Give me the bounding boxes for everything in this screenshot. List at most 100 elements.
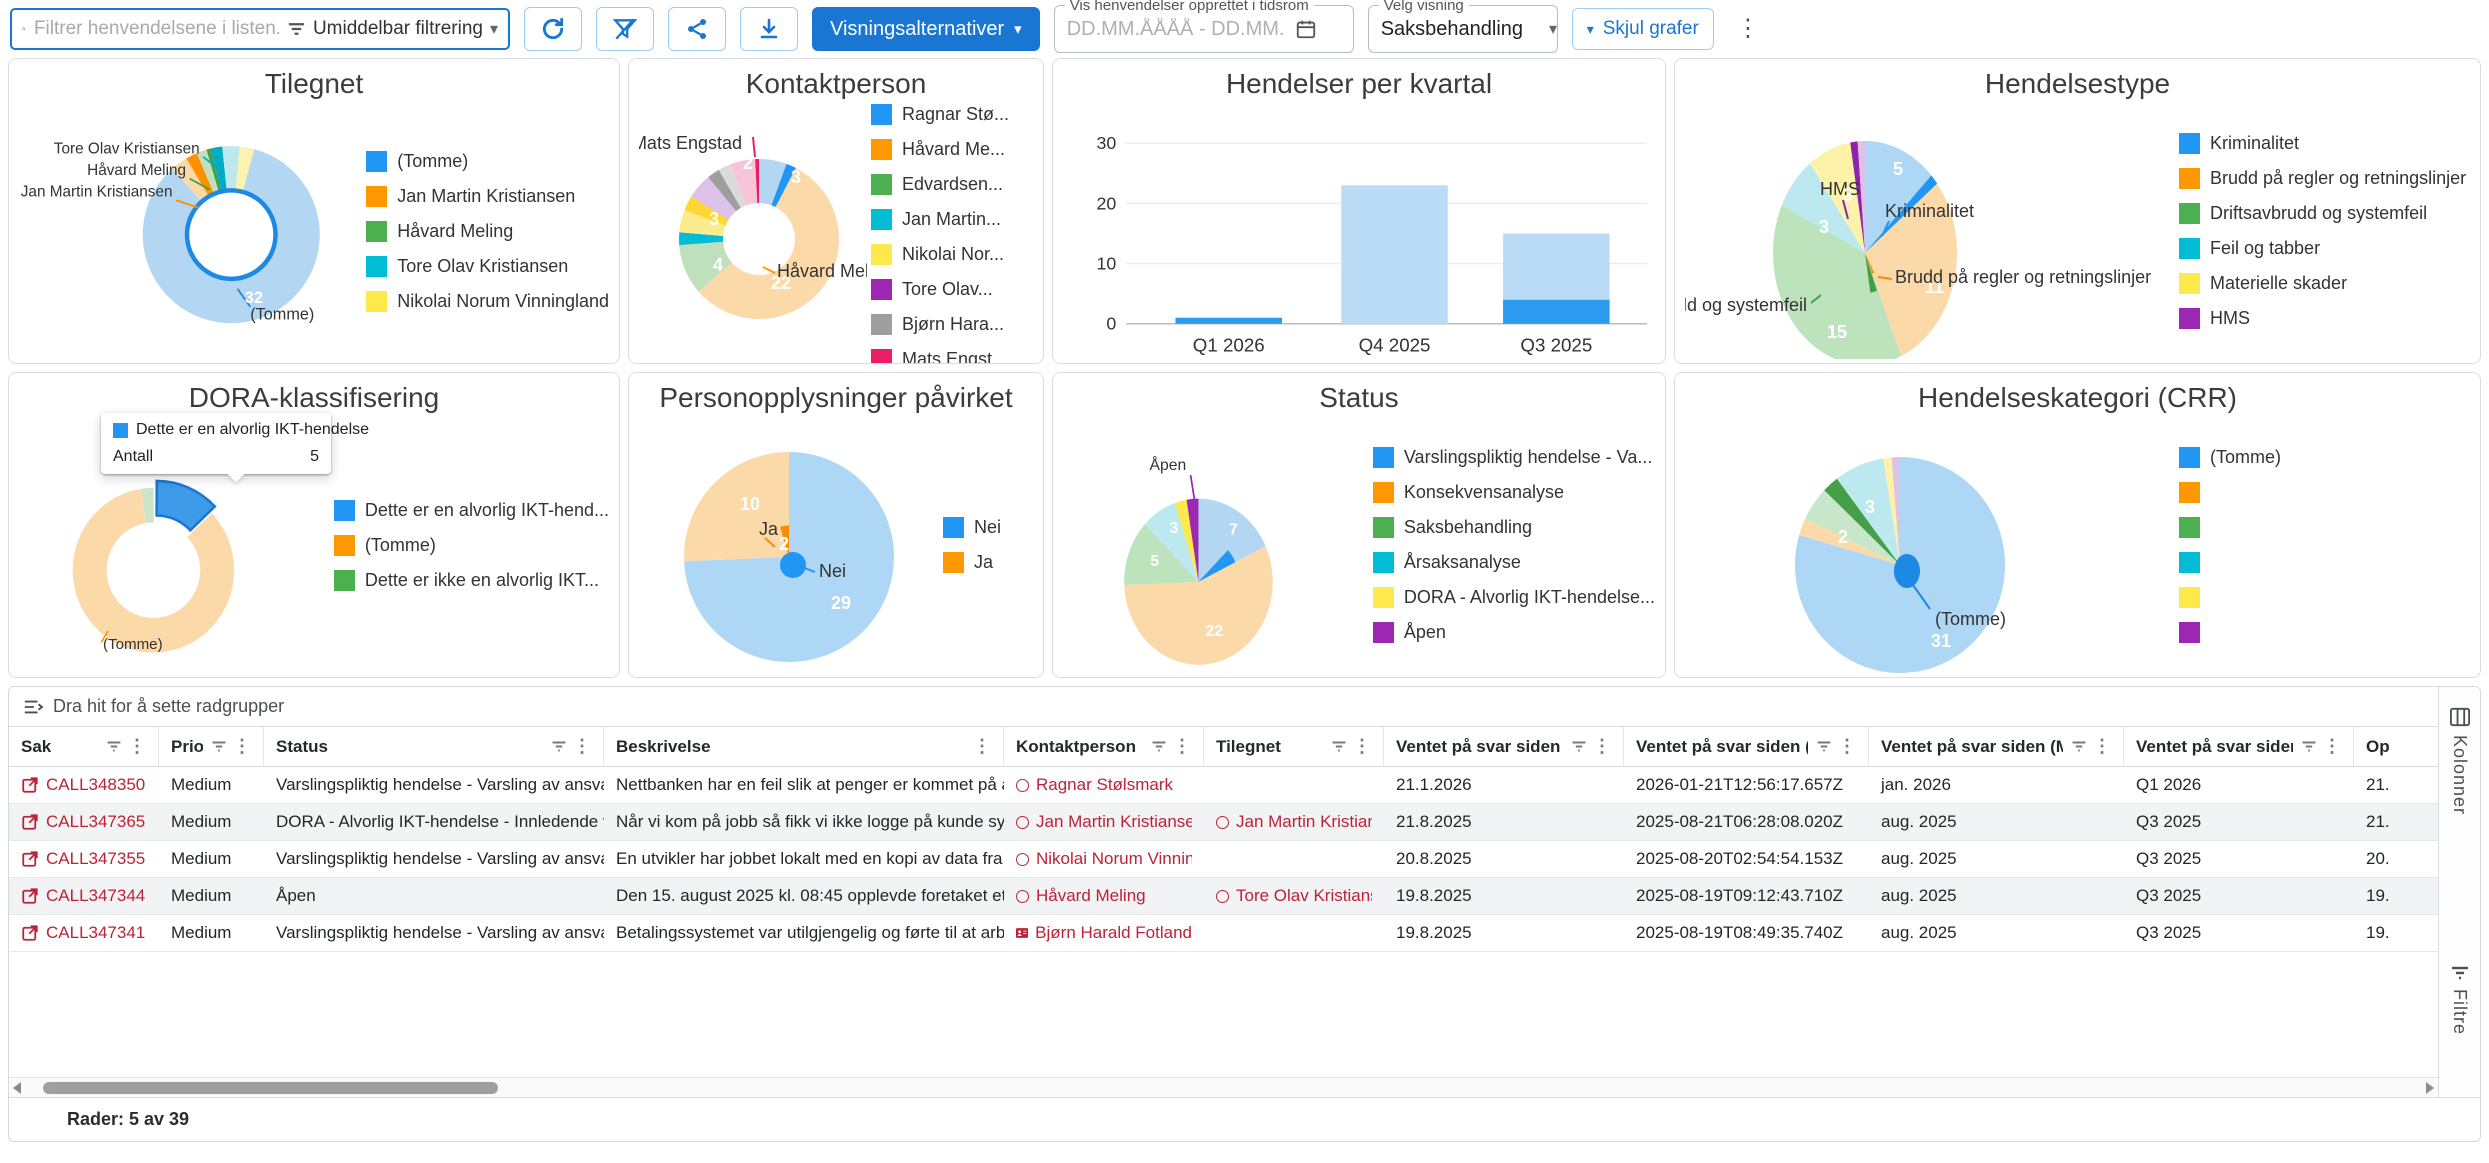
clear-filters-button[interactable]	[596, 7, 654, 51]
legend-item[interactable]	[2179, 517, 2470, 539]
person-link[interactable]: Håvard Meling	[1016, 886, 1146, 906]
chart-canvas[interactable]: HMS5Kriminalitet331511Brudd på regler og…	[1685, 103, 2175, 359]
person-link[interactable]: Ragnar Stølsmark	[1016, 775, 1173, 795]
filter-lines-icon[interactable]	[551, 740, 567, 753]
bar[interactable]	[1503, 233, 1610, 299]
open-case-icon[interactable]	[21, 850, 39, 868]
column-menu-icon[interactable]: ⋮	[128, 736, 146, 757]
legend-item[interactable]: Nikolai Norum Vinningland	[366, 290, 609, 312]
search-input-group[interactable]: Umiddelbar filtrering ▾	[10, 8, 510, 50]
legend-item[interactable]: Åpen	[1373, 622, 1655, 644]
scrollbar-track[interactable]	[25, 1081, 2422, 1095]
legend-item[interactable]: Ragnar Stø...	[871, 103, 1033, 125]
table-row[interactable]: CALL348350MediumVarslingspliktig hendels…	[9, 767, 2438, 804]
case-link[interactable]: CALL347341	[21, 923, 145, 943]
legend-item[interactable]: Ja	[943, 552, 1033, 574]
legend-item[interactable]	[2179, 552, 2470, 574]
side-tab-filtre[interactable]: Filtre	[2449, 965, 2470, 1035]
view-select[interactable]: Saksbehandling ▾	[1381, 18, 1557, 41]
share-button[interactable]	[668, 7, 726, 51]
legend-item[interactable]: Jan Martin Kristiansen	[366, 185, 609, 207]
scrollbar-thumb[interactable]	[43, 1082, 498, 1094]
column-menu-icon[interactable]: ⋮	[973, 736, 991, 757]
filter-lines-icon[interactable]	[211, 740, 227, 753]
column-menu-icon[interactable]: ⋮	[1173, 736, 1191, 757]
case-link[interactable]: CALL347365	[21, 812, 145, 832]
legend-item[interactable]: Bjørn Hara...	[871, 313, 1033, 335]
legend-item[interactable]: Konsekvensanalyse	[1373, 482, 1655, 504]
legend-item[interactable]: Saksbehandling	[1373, 517, 1655, 539]
case-link[interactable]: CALL347344	[21, 886, 145, 906]
legend-item[interactable]: Brudd på regler og retningslinjer	[2179, 168, 2470, 190]
column-header[interactable]: Ventet på svar siden (Måned)⋮	[1869, 727, 2124, 766]
scroll-left-arrow[interactable]	[13, 1082, 21, 1094]
filter-mode-dropdown[interactable]: Umiddelbar filtrering ▾	[287, 18, 498, 40]
search-input[interactable]	[34, 18, 279, 40]
open-case-icon[interactable]	[21, 776, 39, 794]
bar[interactable]	[1341, 185, 1448, 323]
legend-item[interactable]: Varslingspliktig hendelse - Va...	[1373, 447, 1655, 469]
person-link[interactable]: Jan Martin Kristiansen	[1216, 812, 1372, 832]
legend-item[interactable]: Driftsavbrudd og systemfeil	[2179, 203, 2470, 225]
legend-item[interactable]: Dette er en alvorlig IKT-hend...	[334, 499, 609, 521]
column-header[interactable]: Op	[2354, 727, 2438, 766]
filter-lines-icon[interactable]	[1816, 740, 1832, 753]
bar[interactable]	[1175, 318, 1282, 324]
view-options-button[interactable]: Visningsalternativer ▾	[812, 7, 1040, 51]
legend-item[interactable]	[2179, 482, 2470, 504]
legend-item[interactable]: DORA - Alvorlig IKT-hendelse...	[1373, 587, 1655, 609]
scroll-right-arrow[interactable]	[2426, 1082, 2434, 1094]
chart-canvas[interactable]: Tore Olav KristiansenHåvard MelingJan Ma…	[19, 103, 362, 359]
column-header[interactable]: Ventet på svar siden (Dato)⋮	[1384, 727, 1624, 766]
table-row[interactable]: CALL347355MediumVarslingspliktig hendels…	[9, 841, 2438, 878]
filter-lines-icon[interactable]	[1331, 740, 1347, 753]
table-row[interactable]: CALL347341MediumVarslingspliktig hendels…	[9, 915, 2438, 952]
person-link[interactable]: Jan Martin Kristiansen	[1016, 812, 1192, 832]
person-link[interactable]: Bjørn Harald Fotland	[1016, 923, 1192, 943]
column-header[interactable]: Kontaktperson⋮	[1004, 727, 1204, 766]
legend-item[interactable]: Dette er ikke en alvorlig IKT...	[334, 569, 609, 591]
column-menu-icon[interactable]: ⋮	[2323, 736, 2341, 757]
legend-item[interactable]: Mats Engst...	[871, 348, 1033, 364]
legend-item[interactable]: Nei	[943, 517, 1033, 539]
legend-item[interactable]: (Tomme)	[2179, 447, 2470, 469]
case-link[interactable]: CALL347355	[21, 849, 145, 869]
row-group-dropzone[interactable]: Dra hit for å sette radgrupper	[9, 687, 2438, 727]
side-tab-kolonner[interactable]: Kolonner	[2449, 707, 2471, 815]
chart-canvas[interactable]: 72253Åpen	[1063, 417, 1369, 673]
chart-canvas[interactable]: Mats Engstad323422Håvard Meling	[639, 109, 867, 365]
refresh-button[interactable]	[524, 7, 582, 51]
column-header[interactable]: Prioritet⋮	[159, 727, 264, 766]
legend-item[interactable]: HMS	[2179, 308, 2470, 330]
column-header[interactable]: Ventet på svar siden (UTC)⋮	[1624, 727, 1869, 766]
legend-item[interactable]	[2179, 587, 2470, 609]
column-menu-icon[interactable]: ⋮	[573, 736, 591, 757]
legend-item[interactable]	[2179, 622, 2470, 644]
filter-lines-icon[interactable]	[1151, 740, 1167, 753]
date-range-field[interactable]: Vis henvendelser opprettet i tidsrom	[1054, 5, 1354, 53]
bar[interactable]	[1503, 300, 1610, 324]
column-menu-icon[interactable]: ⋮	[233, 736, 251, 757]
view-select-field[interactable]: Velg visning Saksbehandling ▾	[1368, 5, 1558, 53]
download-button[interactable]	[740, 7, 798, 51]
table-row[interactable]: CALL347365MediumDORA - Alvorlig IKT-hend…	[9, 804, 2438, 841]
legend-item[interactable]: Håvard Me...	[871, 138, 1033, 160]
legend-item[interactable]: Tore Olav Kristiansen	[366, 255, 609, 277]
hide-charts-button[interactable]: ▾ Skjul grafer	[1572, 8, 1714, 50]
column-header[interactable]: Sak⋮	[9, 727, 159, 766]
open-case-icon[interactable]	[21, 924, 39, 942]
column-header[interactable]: Beskrivelse⋮	[604, 727, 1004, 766]
filter-lines-icon[interactable]	[2071, 740, 2087, 753]
column-header[interactable]: Ventet på svar siden (kvartal)⋮	[2124, 727, 2354, 766]
legend-item[interactable]: Feil og tabber	[2179, 238, 2470, 260]
legend-item[interactable]: Håvard Meling	[366, 220, 609, 242]
legend-item[interactable]: Materielle skader	[2179, 273, 2470, 295]
column-menu-icon[interactable]: ⋮	[1593, 736, 1611, 757]
legend-item[interactable]: Årsaksanalyse	[1373, 552, 1655, 574]
chart-canvas[interactable]: 10Ja2Nei29	[639, 417, 939, 673]
legend-item[interactable]: Tore Olav...	[871, 278, 1033, 300]
chart-canvas[interactable]: 0102030Q1 2026Q4 2025Q3 2025	[1063, 103, 1655, 359]
filter-lines-icon[interactable]	[1571, 740, 1587, 753]
column-menu-icon[interactable]: ⋮	[1838, 736, 1856, 757]
legend-item[interactable]: Kriminalitet	[2179, 133, 2470, 155]
